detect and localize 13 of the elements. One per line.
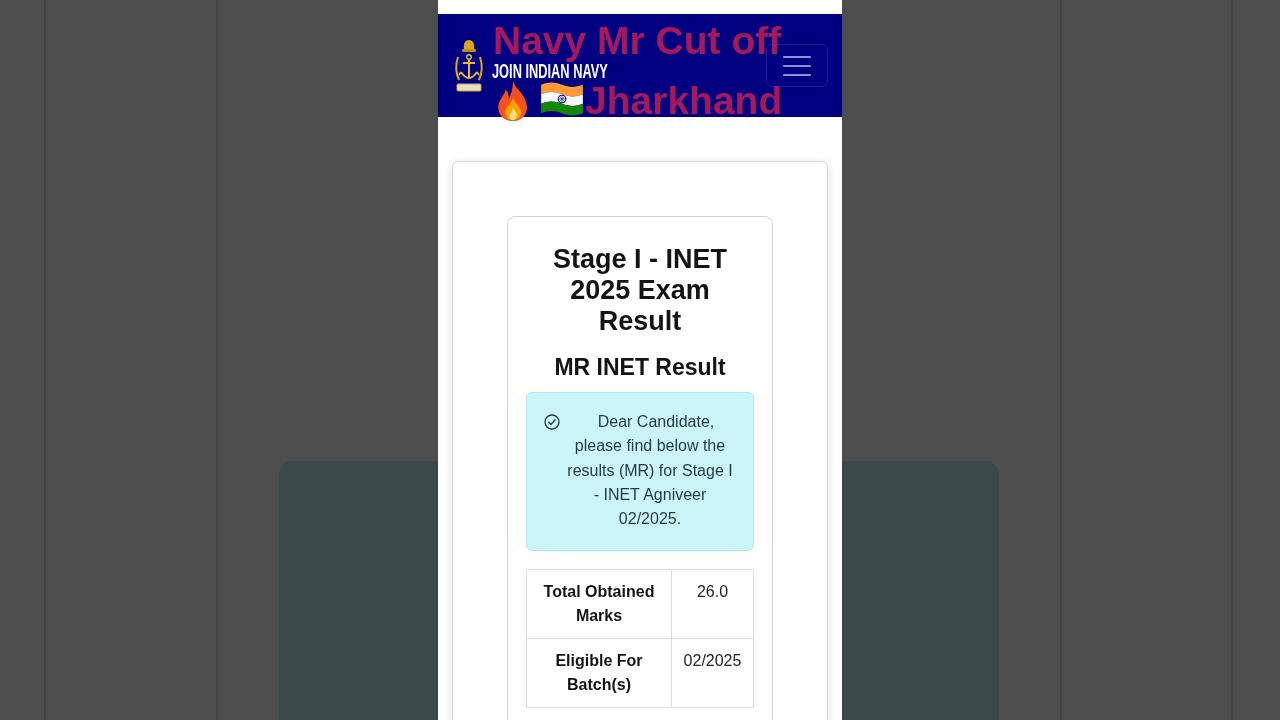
notice-text: Dear Candidate, please find below the results (MR) for Stage I - INET Agniveer 02/2025. [566, 412, 734, 529]
check-circle-icon [544, 414, 560, 430]
emblem-icon [452, 38, 486, 93]
value-cell: 26.0 [671, 569, 754, 639]
menu-icon [783, 54, 811, 77]
caption-text: Navy Mr Cut off [493, 19, 783, 62]
label-cell: Total Obtained Marks [526, 569, 672, 639]
value-cell: 02/2025 [671, 638, 754, 708]
caption-text: Jharkhand [585, 79, 783, 122]
brand-link[interactable]: JOIN INDIAN NAVY [492, 62, 608, 79]
label-cell: Eligible For Batch(s) [526, 638, 672, 708]
result-title: Stage I - INET 2025 Exam Result [552, 244, 728, 337]
result-subtitle: MR INET Result [553, 354, 727, 381]
